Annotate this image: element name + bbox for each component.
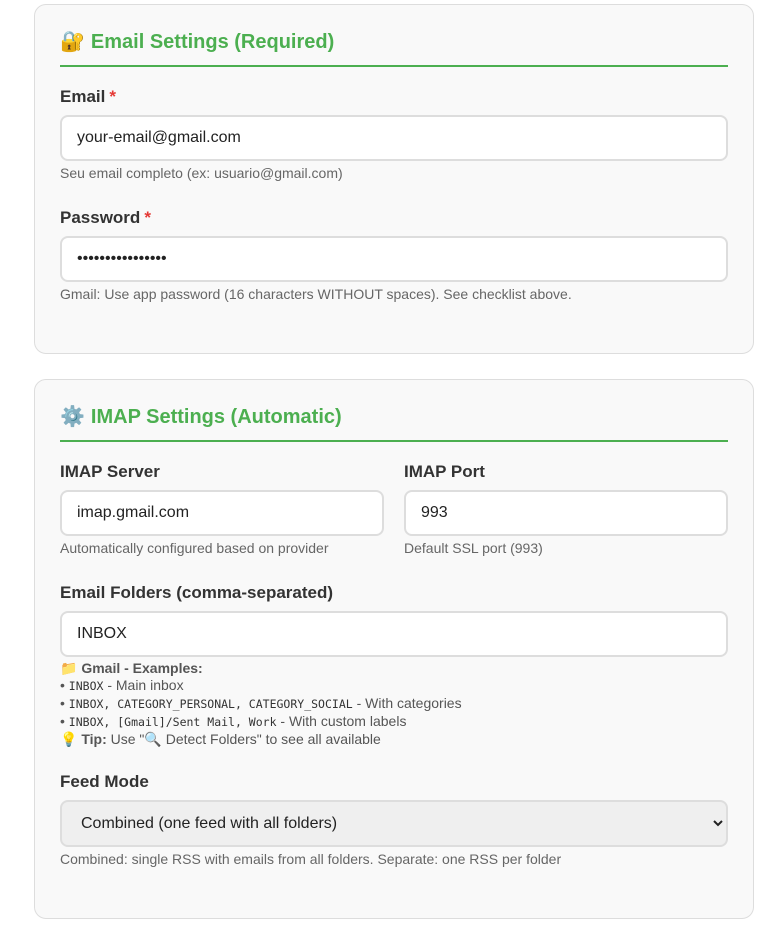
folders-example: • INBOX, [Gmail]/Sent Mail, Work - With …	[60, 713, 462, 731]
email-label-text: Email	[60, 87, 106, 106]
email-folders-label: Email Folders (comma-separated)	[60, 583, 334, 602]
email-folders-input[interactable]	[60, 611, 728, 657]
folders-tip: 💡 Tip: Use "🔍 Detect Folders" to see all…	[60, 731, 462, 748]
imap-settings-title-text: IMAP Settings (Automatic)	[90, 406, 342, 428]
locked-with-key-icon: 🔐	[60, 31, 85, 53]
folders-example-desc: - Main inbox	[107, 677, 184, 693]
password-hint: Gmail: Use app password (16 characters W…	[60, 286, 572, 302]
folders-example-desc: - With custom labels	[280, 713, 407, 729]
imap-server-input[interactable]	[60, 490, 384, 536]
folder-icon: 📁	[60, 660, 78, 676]
tip-text: Use "🔍 Detect Folders" to see all availa…	[110, 731, 381, 747]
feed-mode-select[interactable]: Combined (one feed with all folders)	[60, 800, 728, 847]
bullet: •	[60, 677, 65, 693]
light-bulb-icon: 💡	[60, 731, 78, 747]
gear-icon: ⚙️	[60, 406, 85, 428]
email-settings-title: 🔐 Email Settings (Required)	[60, 29, 728, 67]
password-label-text: Password	[60, 208, 141, 227]
password-input[interactable]	[60, 236, 728, 282]
imap-settings-card: ⚙️ IMAP Settings (Automatic) IMAP Server …	[34, 379, 754, 919]
imap-server-label: IMAP Server	[60, 462, 160, 481]
imap-port-input[interactable]	[404, 490, 728, 536]
bullet: •	[60, 713, 65, 729]
email-settings-title-text: Email Settings (Required)	[90, 31, 335, 53]
folders-example-code: INBOX	[68, 679, 104, 693]
imap-port-label: IMAP Port	[404, 462, 485, 481]
folders-example-desc: - With categories	[356, 695, 462, 711]
folders-example-code: INBOX, [Gmail]/Sent Mail, Work	[68, 715, 277, 729]
required-marker: *	[109, 87, 116, 106]
email-label: Email *	[60, 87, 116, 107]
email-settings-card: 🔐Email Settings (Required) Email* Seu em…	[34, 4, 754, 354]
folders-help: 📁 Gmail - Examples: • INBOX - Main inbox…	[60, 660, 462, 748]
folders-example: • INBOX - Main inbox	[60, 677, 462, 695]
imap-settings-title: ⚙️ IMAP Settings (Automatic)	[60, 404, 728, 442]
folders-help-heading: 📁 Gmail - Examples:	[60, 660, 462, 677]
folders-help-heading-text: Gmail - Examples:	[81, 660, 203, 676]
email-hint: Seu email completo (ex: usuario@gmail.co…	[60, 165, 343, 181]
required-marker: *	[144, 208, 151, 227]
feed-mode-hint: Combined: single RSS with emails from al…	[60, 851, 562, 867]
bullet: •	[60, 695, 65, 711]
folders-example: • INBOX, CATEGORY_PERSONAL, CATEGORY_SOC…	[60, 695, 462, 713]
imap-server-hint: Automatically configured based on provid…	[60, 540, 329, 556]
feed-mode-label: Feed Mode	[60, 772, 149, 791]
email-input[interactable]	[60, 115, 728, 161]
tip-label: Tip:	[81, 731, 107, 747]
imap-port-hint: Default SSL port (993)	[404, 540, 543, 556]
password-label: Password *	[60, 208, 151, 228]
folders-example-code: INBOX, CATEGORY_PERSONAL, CATEGORY_SOCIA…	[68, 697, 353, 711]
